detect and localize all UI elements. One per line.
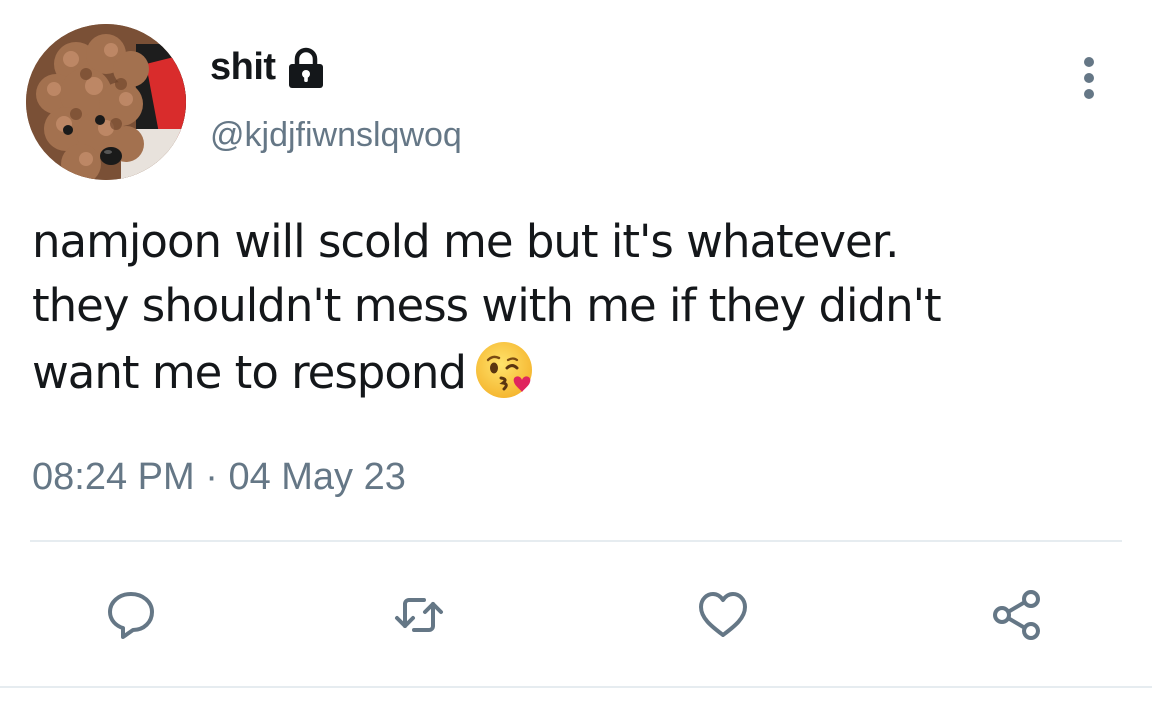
tweet-text-line-last: want me to respond	[32, 338, 1132, 405]
lock-icon	[286, 47, 326, 89]
username[interactable]: @kjdjfiwnslqwoq	[210, 116, 462, 155]
like-button[interactable]	[696, 588, 750, 642]
divider	[0, 686, 1152, 688]
tweet-timestamp: 08:24 PM · 04 May 23	[32, 456, 406, 499]
reply-icon	[108, 592, 154, 639]
face-throwing-kiss-emoji	[474, 338, 538, 402]
more-vertical-icon	[1084, 57, 1094, 99]
display-name[interactable]: shit	[210, 46, 276, 89]
tweet-text: namjoon will scold me but it's whatever.…	[32, 210, 1132, 405]
tweet-text-line: they shouldn't mess with me if they didn…	[32, 279, 942, 332]
retweet-button[interactable]	[392, 588, 446, 642]
avatar-dog-image	[26, 24, 186, 180]
heart-icon	[699, 592, 747, 637]
retweet-icon	[395, 598, 443, 632]
meta-separator: ·	[205, 456, 218, 498]
reply-button[interactable]	[104, 588, 158, 642]
more-options-button[interactable]	[1072, 54, 1106, 102]
share-icon	[993, 590, 1040, 640]
divider	[30, 540, 1122, 542]
tweet-date: 04 May 23	[228, 456, 406, 498]
tweet-text-line: want me to respond	[32, 346, 467, 399]
share-button[interactable]	[990, 588, 1044, 642]
avatar[interactable]	[26, 24, 186, 180]
display-name-row[interactable]: shit	[210, 46, 326, 89]
tweet-text-line: namjoon will scold me but it's whatever.	[32, 215, 899, 268]
tweet-time: 08:24 PM	[32, 456, 195, 498]
